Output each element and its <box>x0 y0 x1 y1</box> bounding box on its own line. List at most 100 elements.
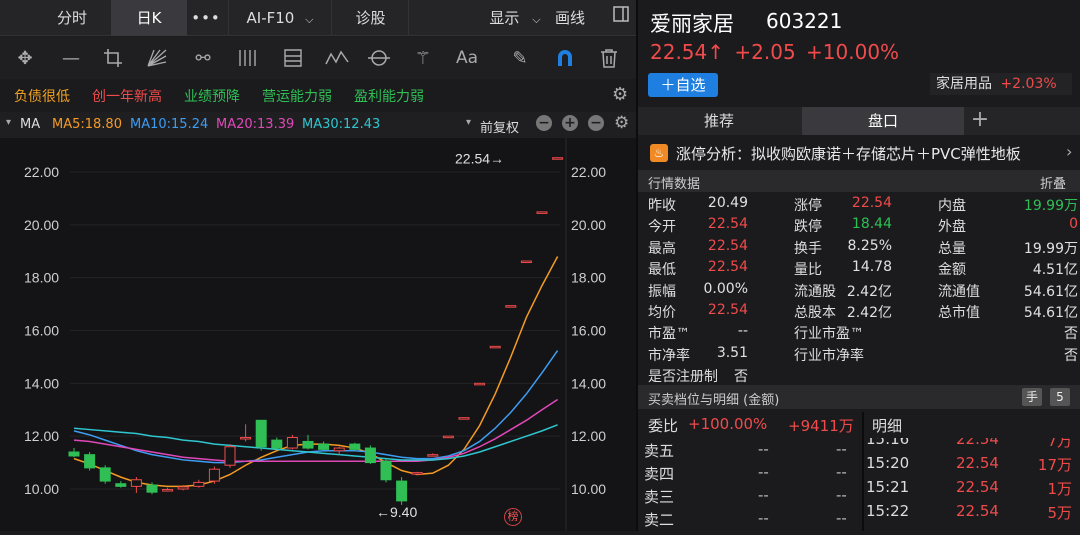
quote-value: 22.54 <box>707 237 748 254</box>
quote-data-title: 行情数据 <box>648 177 701 192</box>
quote-key: 最低 <box>648 262 676 279</box>
add-tab-button[interactable]: + <box>966 107 994 135</box>
quote-value: 0 <box>1069 216 1078 233</box>
trash-icon[interactable] <box>594 43 624 73</box>
collapse-icon[interactable]: ▾ <box>6 117 11 128</box>
text-tool-icon[interactable]: Aa <box>452 43 482 73</box>
quote-key: 最高 <box>648 240 676 257</box>
low-price-label: ←9.40 <box>376 504 417 520</box>
candle-body <box>364 447 376 464</box>
tab-daily-k[interactable]: 日K <box>111 0 187 36</box>
quote-key: 市净率 <box>648 347 690 364</box>
fullscreen-icon[interactable] <box>606 0 636 36</box>
commission-ratio: 委比 +100.00% +9411万 <box>638 412 860 438</box>
y-tick-label-left: 16.00 <box>24 323 59 339</box>
chevron-down-icon: ⌵ <box>305 13 314 26</box>
more-button[interactable]: ••• <box>188 0 224 36</box>
quote-value: 4.51亿 <box>1032 262 1078 279</box>
candle-body <box>333 447 345 452</box>
quote-value: 否 <box>1064 326 1078 343</box>
tab-intraday[interactable]: 分时 <box>36 0 108 36</box>
plus-icon[interactable]: + <box>562 115 578 131</box>
tab-recommend[interactable]: 推荐 <box>638 107 800 135</box>
ma20-value: MA20:13.39 <box>216 117 295 132</box>
quote-key: 换手 <box>794 240 822 257</box>
tick-volume: 1万 <box>1047 480 1072 498</box>
sector-change: +2.03% <box>1000 76 1057 92</box>
last-price: 22.54 <box>650 40 708 64</box>
sector-name: 家居用品 <box>936 76 992 92</box>
quote-value: 2.42亿 <box>846 305 892 321</box>
hand-toggle[interactable]: 手 <box>1022 388 1042 406</box>
price-row: 22.54↑ +2.05 +10.00% <box>650 40 899 64</box>
tag-low-debt[interactable]: 负债很低 <box>14 86 70 106</box>
candle-body <box>286 436 298 449</box>
stock-code: 603221 <box>766 9 843 33</box>
add-watchlist-button[interactable]: ＋自选 <box>648 73 718 97</box>
crop-icon[interactable] <box>98 43 128 73</box>
quote-value: 20.49 <box>707 195 748 211</box>
ma30-value: MA30:12.43 <box>302 117 381 132</box>
candle-body <box>130 479 142 487</box>
tab-order-book[interactable]: 盘口 <box>802 107 964 135</box>
rank-badge[interactable]: 榜 <box>504 508 522 526</box>
drawing-toolbar: ✥ — ⚯ ⚚ Aa ✎ <box>0 37 636 79</box>
ma-label[interactable]: MA <box>20 117 40 132</box>
candle-body <box>115 483 127 487</box>
tick-row: 15:16 22.54 7万 <box>866 438 1080 451</box>
tag-earnings-drop[interactable]: 业绩预降 <box>184 86 240 106</box>
horizontal-line-icon[interactable]: — <box>56 43 86 73</box>
tag-weak-operations[interactable]: 营运能力弱 <box>262 86 332 106</box>
candle-body <box>458 417 470 420</box>
y-tick-label-left: 10.00 <box>24 481 59 497</box>
ma10-value: MA10:15.24 <box>130 117 209 132</box>
y-tick-label-left: 18.00 <box>24 270 59 286</box>
tick-list: 15:16 22.54 7万 15:20 22.54 17万 15:21 22.54 1万 15:… <box>638 438 1080 531</box>
quote-key: 总量 <box>938 240 966 257</box>
settings-icon[interactable]: ⚙ <box>612 84 628 105</box>
kline-chart[interactable]: 22.00 22.00 20.00 20.00 18.00 18.00 16.00 16.00… <box>0 138 636 531</box>
vertical-lines-icon[interactable] <box>232 43 262 73</box>
quote-value: 19.99万 <box>1023 198 1078 214</box>
wave-icon[interactable] <box>322 43 352 73</box>
diagnose-button[interactable]: 诊股 <box>333 0 409 36</box>
draw-line-button[interactable]: 画线 <box>545 0 595 36</box>
sector-chip[interactable]: 家居用品 +2.03% <box>930 73 1072 95</box>
fan-lines-icon[interactable] <box>142 43 172 73</box>
quote-key: 市盈™ <box>648 326 690 343</box>
tick-price: 22.54 <box>956 478 999 496</box>
cycle-icon[interactable] <box>364 43 394 73</box>
quote-value: -- <box>737 323 748 340</box>
tag-weak-profit[interactable]: 盈利能力弱 <box>354 86 424 106</box>
quote-key: 涨停 <box>794 198 822 214</box>
up-arrow-icon: ↑ <box>707 40 725 64</box>
minus-icon[interactable]: − <box>588 115 604 131</box>
gann-icon[interactable]: ⚚ <box>408 43 438 73</box>
link-icon[interactable]: ⚯ <box>188 43 218 73</box>
orderbook-title: 买卖档位与明细 (金额) <box>648 393 780 408</box>
pencil-icon[interactable]: ✎ <box>505 43 535 73</box>
magnet-icon[interactable] <box>550 43 580 73</box>
adjust-dropdown-icon[interactable]: ▾ <box>466 117 471 128</box>
kline-svg[interactable]: 22.00 22.00 20.00 20.00 18.00 18.00 16.00 16.00… <box>0 138 636 531</box>
ai-f10-dropdown[interactable]: AI-F10 ⌵ <box>228 0 332 36</box>
quote-key: 行业市盈™ <box>794 326 864 343</box>
candle-body <box>162 489 174 492</box>
quote-key: 总股本 <box>794 305 836 321</box>
quote-value: 54.61亿 <box>1023 305 1078 321</box>
tick-price: 22.54 <box>956 438 999 448</box>
minus-icon[interactable]: − <box>536 115 552 131</box>
tag-year-high[interactable]: 创一年新高 <box>92 86 162 106</box>
limit-up-analysis[interactable]: ♨ 涨停分析：拟收购欧康诺＋存储芯片＋PVC弹性地板 › <box>638 139 1080 166</box>
settings-icon[interactable]: ⚙ <box>614 113 629 133</box>
depth-toggle[interactable]: 5 <box>1050 388 1070 406</box>
quote-value: 18.44 <box>851 216 892 233</box>
tick-price: 22.54 <box>956 502 999 520</box>
grid-icon[interactable] <box>278 43 308 73</box>
fold-button[interactable]: 折叠 <box>1040 173 1066 192</box>
quote-value: 否 <box>1064 347 1078 364</box>
adjust-label[interactable]: 前复权 <box>480 117 519 136</box>
crosshair-icon[interactable]: ✥ <box>10 43 40 73</box>
tick-row: 15:21 22.54 1万 <box>866 476 1080 499</box>
quote-value: 3.51 <box>716 344 748 361</box>
